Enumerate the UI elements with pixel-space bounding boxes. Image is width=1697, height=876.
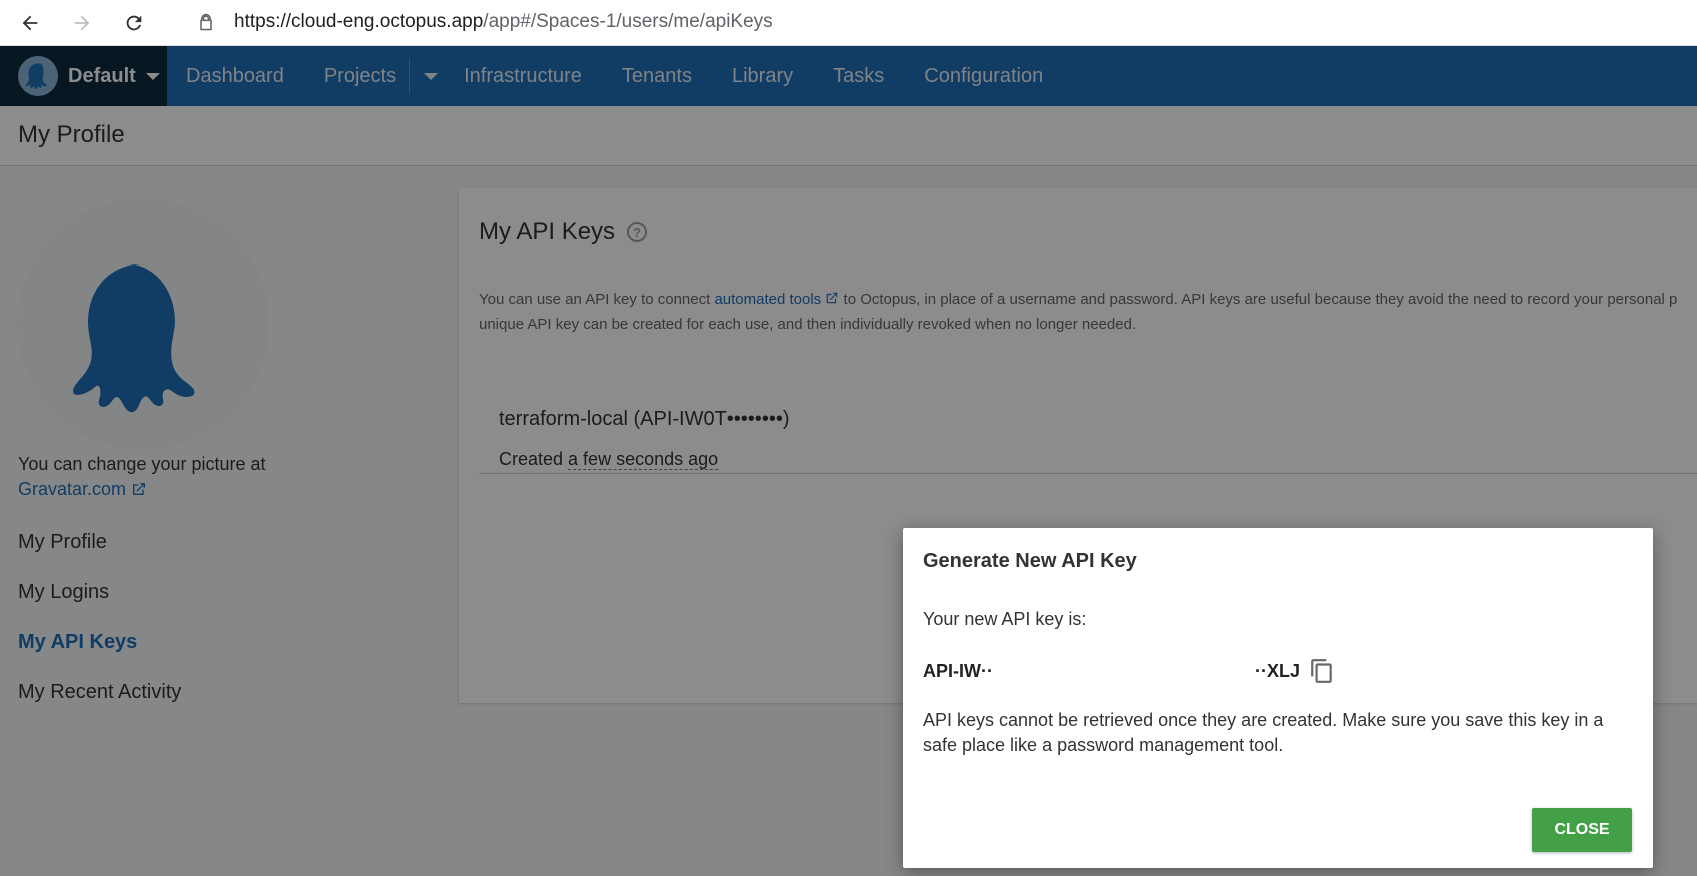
dialog-warning: API keys cannot be retrieved once they a… (923, 710, 1604, 755)
dialog-label: Your new API key is: (923, 609, 1087, 629)
reload-icon (126, 15, 142, 30)
redacted-region (992, 663, 1255, 679)
browser-toolbar: https://cloud-eng.octopus.app/app#/Space… (0, 0, 1697, 46)
arrow-right-icon (74, 15, 90, 30)
generate-api-key-dialog: Generate New API Key Your new API key is… (903, 528, 1653, 868)
dialog-title: Generate New API Key (923, 550, 1137, 572)
api-key-end: ··XLJ (1254, 660, 1300, 681)
lock-icon (200, 13, 212, 31)
address-bar[interactable]: https://cloud-eng.octopus.app/app#/Space… (178, 4, 1697, 40)
copy-glyph-icon (1311, 659, 1332, 683)
reload-button[interactable] (118, 7, 150, 39)
close-button[interactable]: CLOSE (1532, 808, 1632, 852)
modal-backdrop-nav (0, 46, 1697, 106)
arrow-left-icon (22, 15, 38, 30)
url-text: https://cloud-eng.octopus.app/app#/Space… (234, 11, 773, 32)
api-key-start: API-IW·· (923, 660, 993, 681)
forward-button[interactable] (66, 7, 98, 39)
copy-icon[interactable] (1308, 657, 1336, 685)
back-button[interactable] (14, 7, 46, 39)
new-api-key: API-IW·· ··XLJ (923, 657, 1336, 685)
